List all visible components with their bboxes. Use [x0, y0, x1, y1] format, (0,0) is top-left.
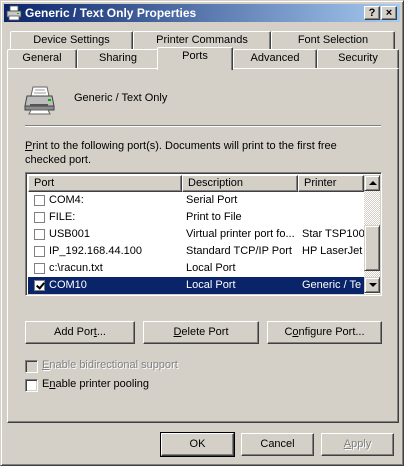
tab-device-settings[interactable]: Device Settings: [10, 31, 133, 50]
separator: [25, 125, 381, 127]
port-instructions: Print to the following port(s). Document…: [25, 139, 381, 167]
port-name-cell: USB001: [49, 228, 90, 240]
port-name-cell: IP_192.168.44.100: [49, 245, 142, 257]
port-printer-cell: HP LaserJet: [302, 245, 363, 257]
delete-port-label: elete Port: [181, 326, 229, 338]
port-row[interactable]: FILE: Print to File: [28, 209, 364, 226]
tab-security[interactable]: Security: [317, 49, 399, 68]
scroll-track[interactable]: [364, 191, 380, 277]
arrow-down-icon: [369, 283, 377, 287]
port-checkbox[interactable]: [34, 263, 45, 274]
port-name-cell: COM4:: [49, 194, 84, 206]
add-port-button[interactable]: Add Port...: [25, 321, 135, 344]
tab-sharing[interactable]: Sharing: [77, 49, 159, 68]
tab-advanced[interactable]: Advanced: [233, 49, 317, 68]
tab-general[interactable]: General: [7, 49, 77, 68]
port-checkbox[interactable]: [34, 280, 45, 291]
close-button[interactable]: ×: [381, 6, 397, 20]
port-row[interactable]: c:\racun.txt Local Port: [28, 260, 364, 277]
cancel-button[interactable]: Cancel: [241, 433, 314, 456]
column-description[interactable]: Description: [182, 175, 298, 192]
port-row[interactable]: IP_192.168.44.100 Standard TCP/IP Port HP …: [28, 243, 364, 260]
title-bar[interactable]: Generic / Text Only Properties ? ×: [4, 4, 400, 22]
printer-title-icon: [6, 5, 22, 21]
ok-button[interactable]: OK: [160, 432, 235, 457]
scroll-down-button[interactable]: [364, 277, 380, 293]
add-port-label: Add Por: [54, 326, 94, 338]
port-checkbox[interactable]: [34, 212, 45, 223]
port-name-cell: c:\racun.txt: [49, 262, 103, 274]
port-printer-cell: Star TSP100: [302, 228, 364, 240]
configure-port-button[interactable]: Configure Port...: [267, 321, 382, 344]
add-port-label-end: ...: [96, 326, 106, 338]
printer-name: Generic / Text Only: [74, 92, 168, 104]
scroll-thumb[interactable]: [364, 225, 380, 271]
tab-font-selection[interactable]: Font Selection: [271, 31, 395, 50]
port-checkbox[interactable]: [34, 195, 45, 206]
apply-button[interactable]: Apply: [321, 433, 394, 456]
instr-line1: rint to the following port(s). Documents…: [32, 140, 337, 152]
port-description-cell: Virtual printer port fo...: [186, 228, 295, 240]
apply-label: pply: [351, 438, 372, 450]
instr-line2: checked port.: [25, 154, 92, 166]
pooling-checkbox-box[interactable]: [25, 379, 38, 392]
column-printer[interactable]: Printer: [298, 175, 364, 192]
port-list-header: Port Description Printer: [28, 175, 368, 192]
configure-port-label-end: nfigure Port...: [298, 326, 365, 338]
port-row[interactable]: COM10 Local Port Generic / Te: [28, 277, 364, 294]
port-description-cell: Print to File: [186, 211, 242, 223]
bidirectional-text: nable bidirectional support: [49, 359, 178, 371]
port-name-cell: COM10: [49, 279, 87, 291]
tab-ports[interactable]: Ports: [157, 47, 233, 70]
window-title: Generic / Text Only Properties: [25, 6, 197, 20]
scroll-up-button[interactable]: [364, 175, 380, 191]
pooling-text: able printer pooling: [55, 378, 150, 390]
port-description-cell: Standard TCP/IP Port: [186, 245, 292, 257]
port-description-cell: Local Port: [186, 279, 236, 291]
printer-icon: [24, 86, 55, 115]
column-port[interactable]: Port: [28, 175, 182, 192]
apply-accel: A: [343, 438, 352, 450]
bidirectional-checkbox-box[interactable]: [25, 360, 38, 373]
port-list[interactable]: Port Description Printer COM4: Serial Por…: [25, 172, 382, 296]
pooling-label: Enable printer pooling: [42, 378, 149, 390]
port-description-cell: Serial Port: [186, 194, 238, 206]
help-button[interactable]: ?: [364, 6, 380, 20]
port-checkbox[interactable]: [34, 229, 45, 240]
port-name-cell: FILE:: [49, 211, 76, 223]
port-description-cell: Local Port: [186, 262, 236, 274]
bidirectional-label: Enable bidirectional support: [42, 359, 178, 371]
port-row[interactable]: USB001 Virtual printer port fo... Star TSP…: [28, 226, 364, 243]
port-checkbox[interactable]: [34, 246, 45, 257]
delete-port-button[interactable]: Delete Port: [143, 321, 259, 344]
port-list-body: COM4: Serial Port FILE: Print to File USB001…: [28, 192, 364, 295]
close-icon: ×: [385, 7, 393, 19]
arrow-up-icon: [369, 181, 377, 185]
properties-dialog: Generic / Text Only Properties ? × Devic…: [0, 0, 404, 466]
port-row[interactable]: COM4: Serial Port: [28, 192, 364, 209]
port-printer-cell: Generic / Te: [302, 279, 362, 291]
port-list-scrollbar[interactable]: [364, 175, 380, 293]
